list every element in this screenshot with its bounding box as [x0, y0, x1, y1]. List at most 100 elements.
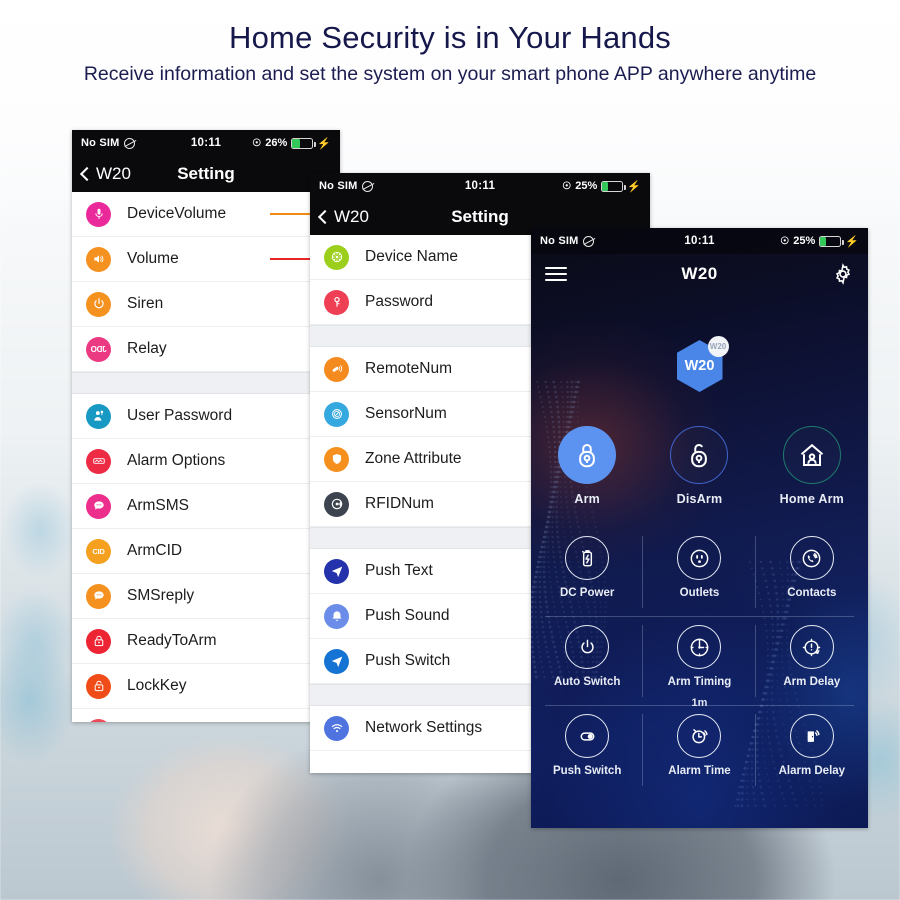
settings-row-label: Push Text — [365, 562, 433, 579]
no-sim-icon — [583, 235, 595, 247]
phone-screenshot-settings-1: No SIM 10:11 ☉ 26% ⚡ W20 Setting DeviceV… — [72, 130, 340, 722]
settings-row-label: RFIDNum — [365, 495, 434, 512]
primary-action-label: Home Arm — [779, 492, 844, 506]
relay-jdo-icon: JDO — [86, 336, 111, 362]
settings-row[interactable]: Siren — [72, 282, 340, 327]
sms-bubble-icon — [86, 493, 111, 519]
section-separator — [72, 372, 340, 394]
primary-action-arm[interactable]: Arm — [531, 426, 643, 506]
hexagon-label: W20 — [684, 358, 715, 374]
toggle-switch-icon — [565, 714, 610, 758]
back-label: W20 — [96, 164, 131, 183]
settings-row-label: ArmSMS — [127, 497, 189, 514]
settings-row[interactable]: DeviceVolume — [72, 192, 340, 237]
bell-icon — [324, 603, 349, 629]
page-title: Home Security is in Your Hands — [229, 20, 671, 55]
secondary-action-contacts[interactable]: Contacts — [756, 528, 868, 616]
settings-row[interactable]: LockKey — [72, 664, 340, 709]
speaker-icon — [86, 246, 111, 272]
sensor-icon — [324, 401, 349, 427]
settings-row-label: SensorNum — [365, 405, 447, 422]
secondary-action-label: Outlets — [679, 587, 720, 599]
settings-row[interactable]: CID ArmCID — [72, 529, 340, 574]
settings-row[interactable]: SMSreply — [72, 574, 340, 619]
settings-row[interactable]: ReadyToArm — [72, 619, 340, 664]
charging-bolt-icon: ⚡ — [845, 235, 859, 248]
secondary-actions-row: DC Power Outlets Contacts — [531, 528, 868, 616]
headline-block: Home Security is in Your Hands Receive i… — [0, 18, 900, 88]
battery-percent: 26% — [265, 137, 288, 149]
microphone-icon — [86, 201, 111, 227]
status-right: ☉ 25% ⚡ — [562, 180, 641, 193]
settings-row-label: Alarm Options — [127, 452, 226, 469]
secondary-action-auto-switch[interactable]: Auto Switch — [531, 617, 644, 705]
settings-row[interactable]: User Password — [72, 394, 340, 439]
cid-icon: CID — [86, 538, 111, 564]
settings-row[interactable]: Ringer Num — [72, 709, 340, 722]
settings-row-label: Push Switch — [365, 652, 451, 669]
power-icon — [86, 291, 111, 317]
lock-open-icon — [670, 426, 729, 484]
user-key-icon — [86, 403, 111, 429]
app-header: W20 — [531, 254, 868, 294]
chevron-left-icon — [317, 209, 333, 225]
settings-list[interactable]: DeviceVolume Volume Siren JDO Relay User Pass… — [72, 192, 340, 722]
power-icon — [565, 625, 610, 669]
status-bar: No SIM 10:11 ☉ 26% ⚡ — [72, 130, 340, 156]
settings-row-label: Volume — [127, 250, 179, 267]
primary-action-home-arm[interactable]: Home Arm — [756, 426, 868, 506]
settings-row-label: RemoteNum — [365, 360, 452, 377]
device-logo: W20 W20 — [676, 336, 729, 392]
back-button[interactable]: W20 — [317, 207, 369, 227]
secondary-action-dc-power[interactable]: DC Power — [531, 528, 644, 616]
settings-row[interactable]: Volume — [72, 237, 340, 282]
sms-reply-icon — [86, 583, 111, 609]
primary-action-disarm[interactable]: DisArm — [643, 426, 755, 506]
status-left: No SIM — [540, 235, 595, 247]
phone-waves-icon — [789, 536, 834, 580]
secondary-action-label: Contacts — [787, 587, 837, 599]
lock-closed-icon — [558, 426, 617, 484]
secondary-action-label: Alarm Time — [668, 765, 731, 777]
secondary-action-label: Push Switch — [552, 765, 622, 777]
secondary-action-alarm-time[interactable]: 1m Alarm Time — [643, 697, 756, 794]
settings-row-label: Siren — [127, 295, 164, 312]
settings-row-label: Password — [365, 293, 434, 310]
back-button[interactable]: W20 — [79, 164, 131, 184]
secondary-action-alarm-delay[interactable]: Alarm Delay — [756, 706, 868, 794]
back-label: W20 — [334, 207, 369, 226]
no-sim-icon — [362, 180, 374, 192]
no-sim-icon — [124, 137, 136, 149]
alarm-options-icon — [86, 448, 111, 474]
battery-percent: 25% — [793, 235, 816, 247]
secondary-actions-row: Auto Switch Arm Timing Arm Delay — [531, 617, 868, 705]
shield-icon — [324, 446, 349, 472]
secondary-action-outlets[interactable]: Outlets — [643, 528, 756, 616]
secondary-action-label: Arm Delay — [783, 676, 841, 688]
settings-row-label: ArmCID — [127, 542, 183, 559]
settings-row[interactable]: ArmSMS — [72, 484, 340, 529]
secondary-action-arm-delay[interactable]: Arm Delay — [756, 617, 868, 705]
settings-row-label: DeviceVolume — [127, 205, 227, 222]
primary-action-label: DisArm — [676, 492, 723, 506]
settings-row[interactable]: Alarm Options — [72, 439, 340, 484]
settings-row[interactable]: JDO Relay — [72, 327, 340, 372]
secondary-action-arm-timing[interactable]: Arm Timing — [643, 617, 756, 705]
carrier-label: No SIM — [540, 235, 579, 247]
secondary-action-label: Alarm Delay — [778, 765, 846, 777]
battery-bolt-icon — [565, 536, 610, 580]
charging-bolt-icon: ⚡ — [627, 180, 641, 193]
primary-actions-row[interactable]: Arm DisArm Home Arm — [531, 426, 868, 506]
power-outlet-icon — [677, 536, 722, 580]
charging-bolt-icon: ⚡ — [317, 137, 331, 150]
phone-screenshot-app-home: No SIM 10:11 ☉ 25% ⚡ W20 W20 W20 Arm Dis… — [531, 228, 868, 828]
device-name-icon — [324, 244, 349, 270]
battery-icon — [291, 137, 316, 149]
home-person-icon — [782, 426, 841, 484]
status-right: ☉ 26% ⚡ — [252, 137, 331, 150]
alarm-icon: ☉ — [780, 235, 790, 247]
status-bar: No SIM 10:11 ☉ 25% ⚡ — [531, 228, 868, 254]
settings-row-label: Relay — [127, 340, 167, 357]
secondary-action-push-switch[interactable]: Push Switch — [531, 706, 644, 794]
secondary-actions-grid[interactable]: DC Power Outlets Contacts Auto Switch Arm Ti… — [531, 528, 868, 794]
